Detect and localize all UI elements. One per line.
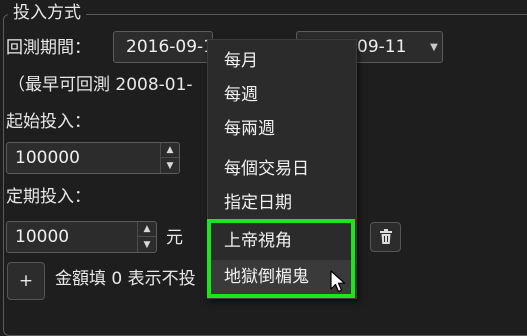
add-button[interactable]: + bbox=[7, 262, 45, 300]
frequency-option[interactable]: 每月 bbox=[208, 44, 356, 78]
frequency-dropdown-menu: 每月 每週 每兩週 每個交易日 指定日期 上帝視角 地獄倒楣鬼 bbox=[207, 39, 357, 299]
group-title: 投入方式 bbox=[8, 3, 86, 23]
zero-amount-hint: 金額填 0 表示不投 bbox=[55, 269, 196, 289]
initial-investment-label: 起始投入： bbox=[6, 112, 91, 132]
trash-icon bbox=[379, 229, 392, 244]
arrow-up-icon[interactable]: ▲ bbox=[161, 143, 179, 158]
frequency-option[interactable]: 上帝視角 bbox=[208, 224, 356, 258]
frequency-option[interactable]: 指定日期 bbox=[208, 186, 356, 220]
earliest-date-note: （最早可回測 2008-01- bbox=[8, 75, 193, 95]
delete-button[interactable] bbox=[370, 222, 401, 252]
chevron-down-icon[interactable]: ▼ bbox=[426, 32, 442, 62]
mouse-pointer-icon bbox=[330, 270, 346, 293]
spin-buttons: ▲ ▼ bbox=[137, 222, 156, 252]
period-label: 回測期間： bbox=[6, 38, 91, 58]
periodic-investment-value: 10000 bbox=[15, 227, 70, 247]
frequency-option[interactable]: 每個交易日 bbox=[208, 152, 356, 186]
end-date-value: 09-11 bbox=[357, 37, 407, 57]
initial-investment-value: 100000 bbox=[15, 148, 80, 168]
periodic-investment-spinbox[interactable]: 10000 ▲ ▼ bbox=[6, 221, 157, 253]
arrow-down-icon[interactable]: ▼ bbox=[138, 237, 156, 252]
arrow-down-icon[interactable]: ▼ bbox=[161, 158, 179, 173]
currency-unit: 元 bbox=[166, 228, 183, 248]
start-date-combo[interactable]: 2016-09-1 bbox=[113, 31, 214, 63]
frequency-option[interactable]: 每週 bbox=[208, 78, 356, 112]
spin-buttons: ▲ ▼ bbox=[160, 143, 179, 173]
frequency-option[interactable]: 每兩週 bbox=[208, 112, 356, 146]
initial-investment-spinbox[interactable]: 100000 ▲ ▼ bbox=[6, 142, 180, 174]
periodic-investment-label: 定期投入： bbox=[6, 187, 91, 207]
start-date-value: 2016-09-1 bbox=[126, 37, 214, 57]
arrow-up-icon[interactable]: ▲ bbox=[138, 222, 156, 237]
